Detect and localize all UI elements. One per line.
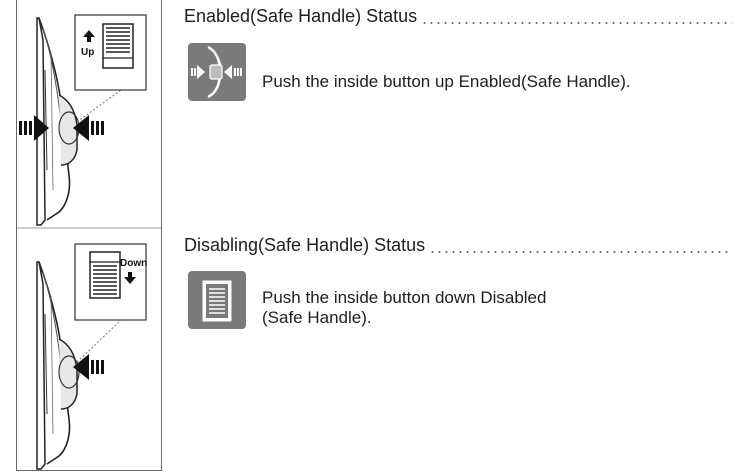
hand-pushing-button-icon bbox=[188, 43, 246, 101]
instruction-line: (Safe Handle). bbox=[262, 308, 372, 327]
instruction-disabled: Push the inside button down Disabled (Sa… bbox=[262, 288, 682, 328]
section-heading-disabled: Disabling(Safe Handle) Status bbox=[184, 235, 732, 259]
door-handle-diagrams: Up Down bbox=[17, 14, 161, 470]
heading-text: Disabling(Safe Handle) Status bbox=[184, 235, 426, 255]
callout-leader-enabled bbox=[76, 89, 122, 123]
handle-illustration-panel: Up Down bbox=[16, 0, 162, 471]
handle-side-view-enabled bbox=[36, 17, 80, 226]
heading-text: Enabled(Safe Handle) Status bbox=[184, 6, 418, 26]
instruction-enabled: Push the inside button up Enabled(Safe H… bbox=[262, 72, 727, 92]
lever-switch-icon bbox=[188, 271, 246, 329]
instruction-line: Push the inside button down Disabled bbox=[262, 288, 547, 307]
instruction-line: Push the inside button up Enabled(Safe H… bbox=[262, 72, 631, 91]
section-heading-enabled: Enabled(Safe Handle) Status bbox=[184, 6, 732, 30]
callout-box-disabled bbox=[74, 243, 147, 321]
dotted-leader bbox=[429, 251, 732, 253]
dotted-leader bbox=[421, 22, 732, 24]
callout-label-up: Up bbox=[81, 47, 94, 58]
callout-leader-disabled bbox=[76, 319, 122, 363]
handle-side-view-disabled bbox=[36, 261, 80, 470]
callout-label-down: Down bbox=[120, 258, 147, 269]
